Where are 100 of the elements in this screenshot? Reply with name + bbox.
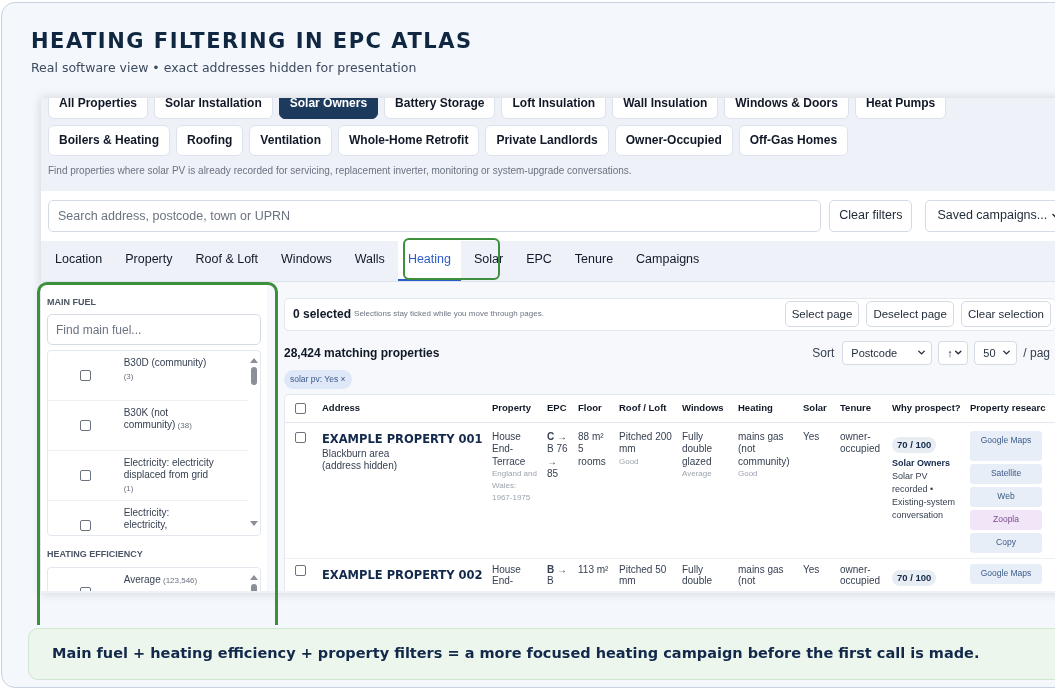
- segment-chip[interactable]: Roofing: [176, 124, 244, 156]
- option-label: Electricity: electricity,: [123, 507, 171, 532]
- cell-note: Average: [682, 468, 713, 481]
- filter-chip[interactable]: solar pv: Yes ×: [284, 369, 352, 389]
- saved-campaigns-select[interactable]: Saved campaigns...: [925, 199, 1055, 232]
- cell-note: Good: [619, 455, 640, 468]
- table-cell-text: House End-: [492, 563, 522, 587]
- cell-note: England and Wales: 1967-1975: [492, 468, 537, 505]
- section-heading: HEATING EFFICIENCY: [47, 548, 144, 562]
- column-header: EPC: [546, 401, 568, 416]
- segment-chip[interactable]: Whole-Home Retrofit: [338, 124, 480, 156]
- column-header: Floor: [577, 401, 603, 416]
- table-cell-text: Pitched 50 mm: [619, 563, 668, 587]
- checkbox[interactable]: [295, 564, 306, 576]
- segment-chip[interactable]: Off-Gas Homes: [738, 124, 849, 156]
- sort-select[interactable]: Postcode: [842, 340, 933, 365]
- checkbox[interactable]: [295, 431, 306, 443]
- column-header: Property: [491, 401, 533, 416]
- filter-tab[interactable]: Location: [45, 240, 113, 281]
- filter-tab[interactable]: Property: [115, 240, 183, 281]
- selection-button[interactable]: Deselect page: [866, 301, 954, 328]
- table-cell: B → B: [547, 563, 568, 587]
- segment-hint: Find properties where solar PV is already recorded for servicing, replacement inverter, monitoring or system-upgrade conversations.: [48, 163, 633, 178]
- segment-chip[interactable]: All Properties: [48, 97, 149, 119]
- segment-chip[interactable]: Private Landlords: [485, 124, 609, 156]
- selection-button[interactable]: Select page: [784, 301, 860, 328]
- segment-chip[interactable]: Boilers & Heating: [48, 124, 171, 156]
- filter-tab[interactable]: Campaigns: [626, 240, 710, 281]
- research-button[interactable]: Zoopla: [970, 509, 1042, 530]
- table-cell-text: Yes: [803, 430, 821, 444]
- result-count: 28,424 matching properties: [284, 344, 440, 362]
- table-cell: C → B 76 → 85: [547, 430, 568, 481]
- checkbox[interactable]: [295, 402, 306, 414]
- search-field[interactable]: Search address, postcode, town or UPRN: [48, 199, 822, 232]
- checkbox[interactable]: [80, 520, 92, 532]
- checkbox[interactable]: [80, 470, 92, 482]
- checkbox[interactable]: [80, 420, 92, 432]
- column-header: Solar: [802, 401, 828, 416]
- column-header: Heating: [737, 401, 774, 416]
- address-text: Blackburn area: [322, 448, 391, 460]
- reason-text: Solar PV recorded • Existing-system conversation: [892, 470, 956, 523]
- page-size-suffix: / pag: [1023, 344, 1050, 362]
- column-header: Windows: [681, 401, 725, 416]
- segment-chip[interactable]: Loft Insulation: [501, 97, 607, 119]
- segment-chip[interactable]: Solar Owners: [278, 97, 379, 119]
- segment-chip[interactable]: Heat Pumps: [854, 97, 947, 119]
- table-cell-text: 88 m² 5 rooms: [578, 430, 607, 469]
- selection-button[interactable]: Clear selection: [960, 301, 1051, 328]
- score-pill: 70 / 100: [892, 569, 937, 586]
- segment-chip[interactable]: Solar Installation: [154, 97, 273, 119]
- column-header: Tenure: [839, 401, 872, 416]
- research-button[interactable]: Satellite: [970, 463, 1042, 484]
- research-button[interactable]: Google Maps: [970, 563, 1042, 584]
- table-cell-text: Fully double: [682, 563, 714, 587]
- filter-tab[interactable]: EPC: [516, 240, 562, 281]
- page-size-select[interactable]: 50: [974, 340, 1018, 365]
- selected-count: 0 selected: [293, 306, 352, 324]
- section-heading: MAIN FUEL: [47, 295, 97, 309]
- property-name: EXAMPLE PROPERTY 002: [322, 566, 484, 584]
- research-button[interactable]: Google Maps: [970, 430, 1042, 461]
- reason-title: Solar Owners: [892, 456, 952, 470]
- column-header: Why prospect?: [891, 401, 962, 416]
- column-header: Roof / Loft: [618, 401, 668, 416]
- table-cell-text: Fully double glazed: [682, 430, 714, 469]
- slide-title: HEATING FILTERING IN EPC ATLAS: [31, 28, 474, 55]
- filter-tab[interactable]: Windows: [271, 240, 342, 281]
- sort-label: Sort: [812, 344, 835, 362]
- property-name: EXAMPLE PROPERTY 001: [322, 430, 484, 448]
- score-pill: 70 / 100: [892, 436, 937, 453]
- table-cell-text: House End-Terrace: [492, 430, 527, 469]
- cell-note: Good: [738, 468, 759, 481]
- table-cell: owner-occupied: [840, 430, 882, 456]
- segment-chip[interactable]: Windows & Doors: [724, 97, 849, 119]
- table-cell: Pitched 200 mm: [619, 430, 672, 456]
- research-button[interactable]: Web: [970, 486, 1042, 507]
- scrollbar[interactable]: [250, 357, 258, 528]
- column-header: Address: [321, 401, 361, 416]
- segment-chip[interactable]: Battery Storage: [384, 97, 496, 119]
- address-text: (address hidden): [322, 460, 399, 472]
- direction-select[interactable]: ↑: [938, 340, 969, 365]
- segment-chip[interactable]: Wall Insulation: [612, 97, 719, 119]
- option-label: B30K (not community) (38): [123, 407, 193, 433]
- option-label: Electricity: electricity displaced from grid (1): [123, 457, 215, 496]
- table-cell-text: Yes: [803, 563, 821, 576]
- research-button[interactable]: Copy: [970, 532, 1042, 553]
- filter-search-field[interactable]: Find main fuel...: [47, 314, 261, 346]
- clear-filters-button[interactable]: Clear filters: [829, 199, 913, 232]
- table-cell: owner-occupied: [840, 563, 882, 587]
- filter-tab[interactable]: Tenure: [564, 240, 624, 281]
- table-cell-text: mains gas (not: [738, 563, 785, 587]
- column-header: Property researc: [969, 401, 1047, 416]
- caption-text: Main fuel + heating efficiency + property filters = a more focused heating campaign before the first call is made.: [52, 643, 980, 663]
- option-label: B30D (community) (3): [123, 357, 208, 384]
- table-cell: 113 m²: [578, 563, 609, 576]
- table-cell-text: mains gas (not community): [738, 430, 791, 469]
- checkbox[interactable]: [80, 370, 92, 382]
- filter-tab[interactable]: Walls: [344, 240, 395, 281]
- segment-chip[interactable]: Owner-Occupied: [614, 124, 733, 156]
- segment-chip[interactable]: Ventilation: [249, 124, 333, 156]
- filter-tab[interactable]: Roof & Loft: [185, 240, 269, 281]
